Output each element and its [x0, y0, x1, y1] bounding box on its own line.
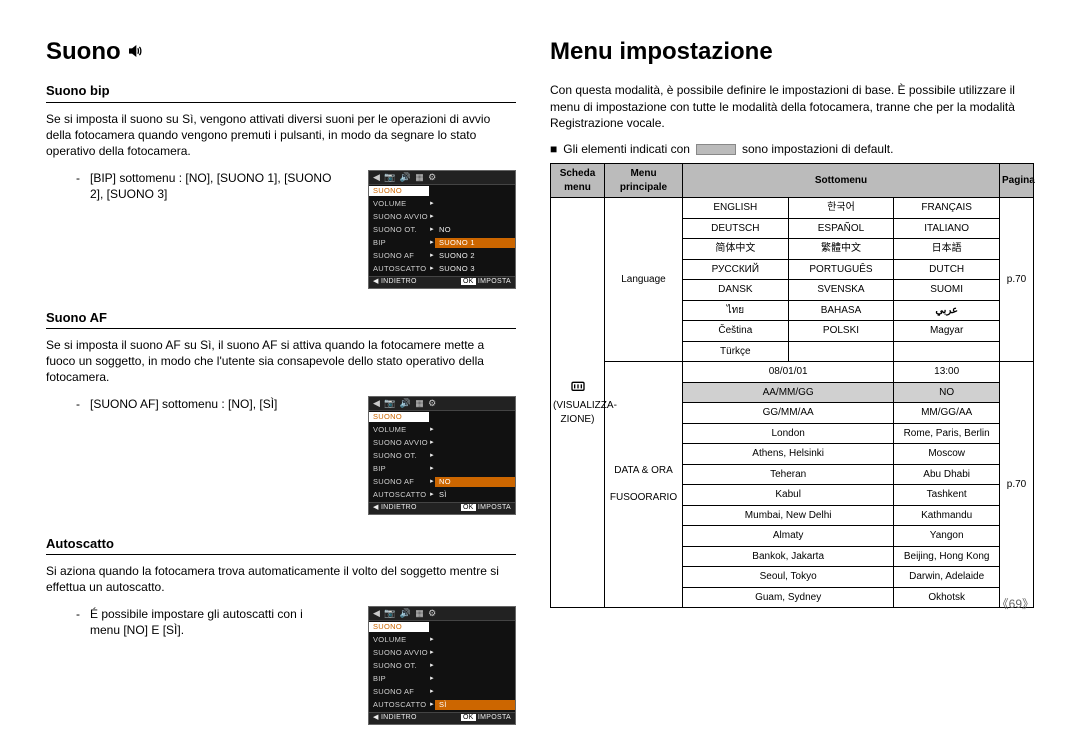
page-ref-1: p.70 [1000, 198, 1034, 362]
right-column: Menu impostazione Con questa modalità, è… [550, 36, 1034, 608]
left-column: Suono Suono bip Se si imposta il suono s… [46, 36, 516, 731]
section-beep: Suono bip [46, 82, 516, 103]
th-sub: Sottomenu [683, 164, 1000, 198]
settings-table: Scheda menu Menu principale Sottomenu Pa… [550, 163, 1034, 608]
th-tab: Scheda menu [551, 164, 605, 198]
lcd-screenshot-af: ◀📷🔊▦⚙ SUONO VOLUME▸ SUONO AVVIO▸ SUONO O… [368, 396, 516, 515]
settings-intro: Con questa modalità, è possibile definir… [550, 82, 1034, 131]
af-desc: Se si imposta il suono AF su Sì, il suon… [46, 337, 516, 386]
lcd-screenshot-selftimer: ◀📷🔊▦⚙ SUONO VOLUME▸ SUONO AVVIO▸ SUONO O… [368, 606, 516, 725]
th-page: Pagina [1000, 164, 1034, 198]
display-icon [570, 379, 586, 395]
default-note: ■ Gli elementi indicati con sono imposta… [550, 141, 1034, 157]
beep-submenu: -[BIP] sottomenu : [NO], [SUONO 1], [SUO… [76, 170, 336, 202]
lcd-screenshot-beep: ◀📷🔊▦⚙ SUONO VOLUME▸ SUONO AVVIO▸ SUONO O… [368, 170, 516, 289]
page-number: 《69》 [997, 596, 1034, 612]
selftimer-desc: Si aziona quando la fotocamera trova aut… [46, 563, 516, 595]
main-dateora: DATA & ORAFUSOORARIO [605, 362, 683, 608]
section-selftimer: Autoscatto [46, 535, 516, 556]
sound-heading-text: Suono [46, 36, 121, 68]
beep-desc: Se si imposta il suono su Sì, vengono at… [46, 111, 516, 160]
af-submenu: -[SUONO AF] sottomenu : [NO], [SÌ] [76, 396, 277, 412]
page-ref-2: p.70 [1000, 362, 1034, 608]
sound-heading: Suono [46, 36, 516, 68]
tab-display-cell: (VISUALIZZA- ZIONE) [551, 198, 605, 608]
th-main: Menu principale [605, 164, 683, 198]
settings-heading: Menu impostazione [550, 36, 1034, 68]
default-swatch-icon [696, 144, 736, 155]
speaker-icon [127, 36, 143, 68]
section-af: Suono AF [46, 309, 516, 330]
selftimer-submenu: -É possibile impostare gli autoscatti co… [76, 606, 336, 638]
main-language: Language [605, 198, 683, 362]
